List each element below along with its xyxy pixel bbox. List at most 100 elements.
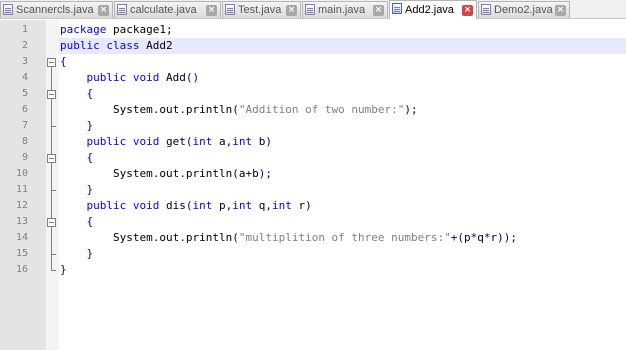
code-identifier: package1; (106, 23, 173, 36)
line-number: 14 (15, 232, 28, 243)
code-identifier (126, 71, 133, 84)
code-line[interactable]: public void get(int a,int b) (60, 134, 273, 150)
code-identifier: System (112, 167, 153, 180)
close-icon[interactable]: × (373, 5, 384, 16)
code-line[interactable]: System.out.println("multiplition of thre… (60, 230, 517, 246)
code-operator: ); (258, 167, 272, 180)
code-identifier: q (252, 199, 266, 212)
tab-main-java[interactable]: main.java × (302, 1, 388, 18)
close-icon[interactable]: × (462, 5, 473, 16)
code-line[interactable]: } (60, 262, 67, 278)
code-operator: ( (185, 199, 193, 212)
code-keyword: void (132, 71, 160, 84)
code-identifier: p (464, 231, 471, 244)
line-number: 11 (15, 184, 28, 195)
fold-end-marker (51, 254, 56, 255)
code-line[interactable]: } (60, 118, 94, 134)
code-identifier: Add (159, 71, 186, 84)
code-string: "multiplition of three numbers:" (238, 231, 451, 244)
tab-label: calculate.java (130, 4, 197, 16)
line-number: 9 (21, 152, 28, 163)
close-icon[interactable]: × (98, 5, 109, 16)
code-line[interactable]: public void dis(int p,int q,int r) (60, 198, 312, 214)
code-keyword: void (132, 135, 160, 148)
code-line[interactable]: { (60, 54, 67, 70)
code-keyword: int (272, 199, 292, 212)
line-number: 10 (15, 168, 28, 179)
code-operator: ( (232, 231, 239, 244)
line-number: 1 (21, 24, 28, 35)
code-identifier: System (112, 231, 153, 244)
code-operator: ( (232, 103, 239, 116)
file-icon (305, 4, 315, 15)
close-icon[interactable]: × (555, 5, 566, 16)
fold-guide-line (51, 99, 52, 127)
line-number: 4 (21, 72, 28, 83)
tab-label: main.java (318, 4, 366, 16)
fold-guide-line (51, 227, 52, 255)
code-line[interactable]: public void Add() (60, 70, 200, 86)
code-operator: ) (265, 135, 272, 148)
code-operator: { (86, 151, 94, 164)
fold-end-marker (51, 126, 56, 127)
code-identifier: println (185, 103, 233, 116)
code-operator: } (86, 119, 94, 132)
code-line[interactable]: public class Add2 (60, 38, 173, 54)
code-operator: . (179, 231, 186, 244)
code-keyword: public (86, 135, 127, 148)
code-keyword: public (86, 71, 127, 84)
close-icon[interactable]: × (206, 5, 217, 16)
code-identifier: a (212, 135, 226, 148)
code-line[interactable]: package package1; (60, 22, 173, 38)
code-line[interactable]: { (60, 150, 94, 166)
code-operator: () (185, 71, 200, 84)
code-identifier: p (212, 199, 226, 212)
code-operator: , (265, 199, 272, 212)
file-icon (481, 4, 491, 15)
code-keyword: package (60, 23, 107, 36)
code-identifier: b (252, 167, 259, 180)
tab-demo2-java[interactable]: Demo2.java × (478, 1, 570, 18)
code-identifier: dis (159, 199, 186, 212)
code-operator: { (86, 87, 94, 100)
tab-scannercls-java[interactable]: Scannercls.java × (0, 1, 113, 18)
file-icon (225, 4, 235, 15)
code-keyword: class (106, 39, 140, 52)
line-number: 12 (15, 200, 28, 211)
fold-minus-icon[interactable] (47, 154, 56, 163)
tab-calculate-java[interactable]: calculate.java × (114, 1, 221, 18)
code-line[interactable]: System.out.println(a+b); (60, 166, 272, 182)
code-string: "Addition of two number:" (238, 103, 405, 116)
code-line[interactable]: { (60, 214, 94, 230)
code-line[interactable]: } (60, 246, 94, 262)
code-line[interactable]: { (60, 86, 94, 102)
tab-add2-java[interactable]: Add2.java × (389, 0, 477, 19)
code-identifier: out (159, 103, 180, 116)
fold-minus-icon[interactable] (47, 218, 56, 227)
code-identifier: get (159, 135, 186, 148)
line-number: 2 (21, 40, 28, 51)
file-icon (3, 4, 13, 15)
code-keyword: public (86, 199, 127, 212)
fold-margin[interactable] (46, 20, 59, 350)
fold-minus-icon[interactable] (47, 58, 56, 67)
fold-minus-icon[interactable] (47, 90, 56, 99)
code-line[interactable]: } (60, 182, 94, 198)
line-number: 15 (15, 248, 28, 259)
file-icon (117, 4, 127, 15)
code-identifier: System (112, 103, 153, 116)
code-identifier (126, 199, 133, 212)
code-line[interactable]: System.out.println("Addition of two numb… (60, 102, 418, 118)
line-number: 3 (21, 56, 28, 67)
code-operator: +( (450, 231, 465, 244)
code-operator: } (86, 247, 94, 260)
close-icon[interactable]: × (286, 5, 297, 16)
tab-test-java[interactable]: Test.java × (222, 1, 301, 18)
